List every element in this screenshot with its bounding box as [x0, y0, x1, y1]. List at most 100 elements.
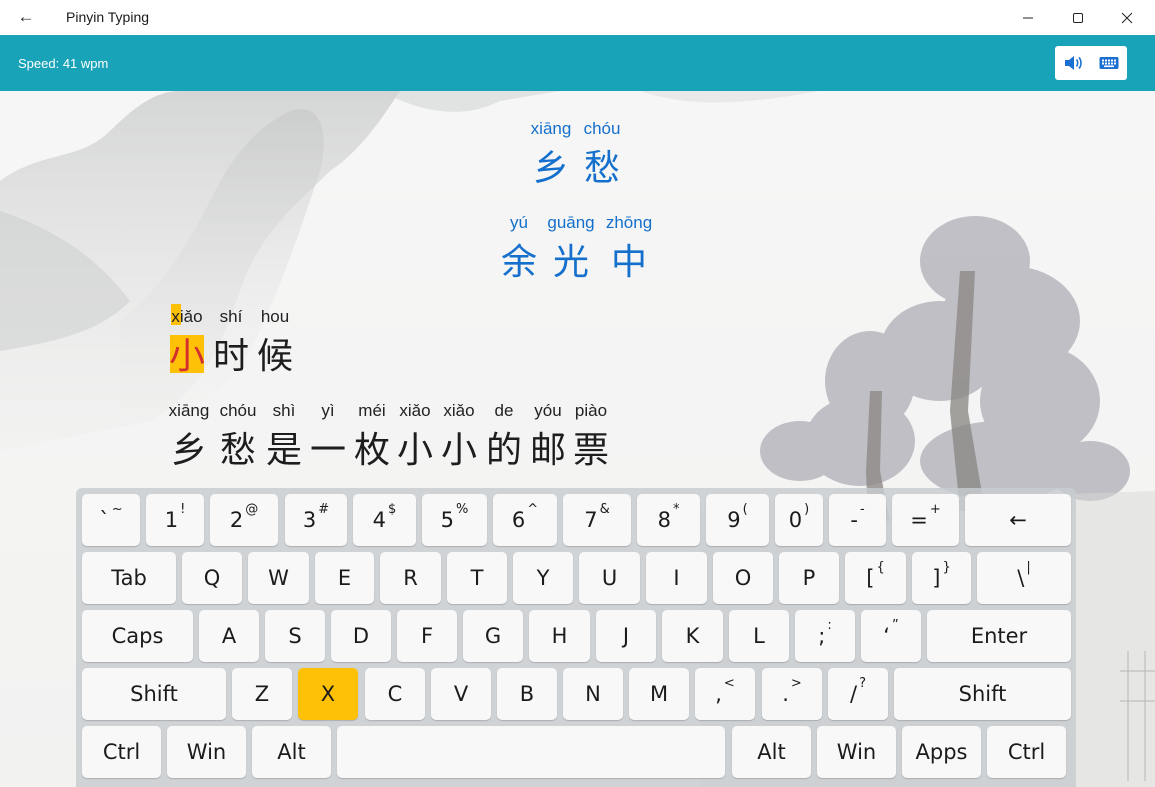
key-label: D [352, 624, 370, 648]
key-label: Win [836, 740, 877, 764]
minimize-button[interactable] [1005, 0, 1051, 35]
key-space[interactable] [337, 726, 725, 778]
key-7[interactable]: 7 & [563, 494, 631, 546]
key-symbol-11[interactable]: -- [829, 494, 886, 546]
key-w[interactable]: W [248, 552, 309, 604]
toolbar-group [1055, 46, 1127, 80]
key-caps[interactable]: Caps [82, 610, 193, 662]
key-win[interactable]: Win [817, 726, 896, 778]
maximize-button[interactable] [1055, 0, 1101, 35]
key-label: ` [99, 508, 110, 532]
arrow-left-icon: ← [17, 7, 35, 26]
key-5[interactable]: 5% [422, 494, 487, 546]
key-label: / [850, 682, 858, 706]
key-win[interactable]: Win [167, 726, 246, 778]
key-label: Win [186, 740, 227, 764]
key-label: F [420, 624, 434, 648]
key-symbol-51[interactable]: ‘” [861, 610, 921, 662]
key-i[interactable]: I [646, 552, 707, 604]
key-label: O [734, 566, 752, 590]
key-symbol-70[interactable]: /? [828, 668, 888, 720]
key-enter[interactable]: Enter [927, 610, 1071, 662]
key-label: 1 [164, 508, 179, 532]
key-ctrl[interactable]: Ctrl [82, 726, 161, 778]
key-6[interactable]: 6 ^ [493, 494, 557, 546]
key-d[interactable]: D [331, 610, 391, 662]
key-l[interactable]: L [729, 610, 789, 662]
key-ctrl[interactable]: Ctrl [987, 726, 1066, 778]
key-v[interactable]: V [431, 668, 491, 720]
key-t[interactable]: T [447, 552, 507, 604]
key-m[interactable]: M [629, 668, 689, 720]
key-p[interactable]: P [779, 552, 839, 604]
key-label: 6 [511, 508, 526, 532]
key-shift-label: } [942, 560, 951, 575]
key-shift-label: | [1026, 560, 1031, 575]
key-e[interactable]: E [315, 552, 374, 604]
key-k[interactable]: K [662, 610, 723, 662]
key-symbol-68[interactable]: , < [695, 668, 755, 720]
key-symbol-12[interactable]: = + [892, 494, 959, 546]
key-shift[interactable]: Shift [894, 668, 1071, 720]
key-a[interactable]: A [199, 610, 259, 662]
keyboard-toggle-button[interactable] [1091, 46, 1127, 80]
close-button[interactable] [1104, 0, 1150, 35]
key-q[interactable]: Q [182, 552, 242, 604]
key-shift[interactable]: Shift [82, 668, 226, 720]
key-c[interactable]: C [365, 668, 425, 720]
key-0[interactable]: 0) [775, 494, 823, 546]
hanzi-char: 愁 [583, 148, 620, 189]
key-alt[interactable]: Alt [252, 726, 331, 778]
key-symbol-50[interactable]: ;: [795, 610, 855, 662]
key-label: Tab [111, 566, 147, 590]
key-3[interactable]: 3 # [285, 494, 347, 546]
key-symbol-33[interactable]: \ | [977, 552, 1071, 604]
key-label: C [387, 682, 403, 706]
key-label: P [802, 566, 816, 590]
key-f[interactable]: F [397, 610, 457, 662]
key-n[interactable]: N [563, 668, 623, 720]
syllable: zhōng 中 [599, 213, 659, 283]
key-apps[interactable]: Apps [902, 726, 981, 778]
key-9[interactable]: 9( [706, 494, 769, 546]
key-x[interactable]: X [298, 668, 358, 720]
sound-button[interactable] [1055, 46, 1091, 80]
back-button[interactable]: ← [14, 6, 38, 28]
key-label: . [782, 682, 789, 706]
key-shift-label: ( [742, 502, 748, 517]
key-z[interactable]: Z [232, 668, 292, 720]
key-2[interactable]: 2 @ [210, 494, 278, 546]
key-symbol-13[interactable]: ← [965, 494, 1071, 546]
pinyin-label: guāng [547, 213, 595, 232]
key-label: - [850, 508, 858, 532]
key-y[interactable]: Y [513, 552, 573, 604]
key-label: V [453, 682, 469, 706]
key-h[interactable]: H [529, 610, 590, 662]
key-alt[interactable]: Alt [732, 726, 811, 778]
key-symbol-31[interactable]: [{ [845, 552, 906, 604]
key-shift-label: { [876, 560, 885, 575]
key-g[interactable]: G [463, 610, 523, 662]
key-j[interactable]: J [596, 610, 656, 662]
key-r[interactable]: R [380, 552, 441, 604]
key-symbol-32[interactable]: ]} [912, 552, 971, 604]
syllable: yú 余 [489, 213, 549, 283]
key-o[interactable]: O [713, 552, 773, 604]
key-shift-label: * [672, 502, 680, 517]
key-shift-label: - [859, 502, 865, 517]
key-1[interactable]: 1! [146, 494, 204, 546]
key-label: B [519, 682, 535, 706]
key-label: Shift [958, 682, 1007, 706]
syllable: hou 候 [245, 307, 305, 377]
key-symbol-0[interactable]: ` ~ [82, 494, 140, 546]
key-symbol-69[interactable]: . > [762, 668, 822, 720]
key-b[interactable]: B [497, 668, 557, 720]
key-label: I [673, 566, 680, 590]
key-s[interactable]: S [265, 610, 325, 662]
key-u[interactable]: U [579, 552, 640, 604]
key-tab[interactable]: Tab [82, 552, 176, 604]
key-label: \ [1017, 566, 1025, 590]
key-shift-label: ? [859, 676, 866, 691]
key-8[interactable]: 8 * [637, 494, 700, 546]
key-4[interactable]: 4 $ [353, 494, 416, 546]
